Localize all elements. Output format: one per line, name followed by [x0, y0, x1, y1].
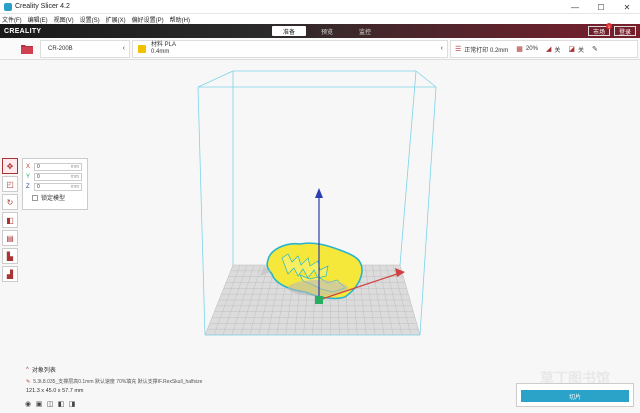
- support-setting: ◢ 关: [546, 45, 560, 54]
- menu-file[interactable]: 文件(F): [2, 15, 22, 24]
- left-view-icon[interactable]: ◧: [57, 400, 65, 408]
- material-label: 材料 PLA: [151, 42, 177, 48]
- marketplace-label: 市场: [592, 29, 605, 36]
- title-bar: Creality Slicer 4.2 — ☐ ✕: [0, 0, 640, 14]
- coord-y-row: Y 0 mm: [26, 172, 84, 181]
- quality-profile: ☰ 正常打印 0.2mm: [455, 45, 508, 54]
- menu-preferences[interactable]: 偏好设置(P): [132, 15, 164, 24]
- menu-bar: 文件(F) 编辑(E) 视图(V) 设置(S) 扩展(X) 偏好设置(P) 帮助…: [0, 14, 640, 24]
- notification-badge: 1: [605, 23, 612, 29]
- infill-value: 20%: [525, 46, 538, 52]
- 3d-view-icon[interactable]: ◉: [24, 400, 32, 408]
- y-field[interactable]: 0 mm: [34, 172, 82, 181]
- lock-model-checkbox[interactable]: [32, 194, 38, 201]
- z-value: 0: [37, 183, 40, 190]
- menu-extensions[interactable]: 扩展(X): [106, 15, 126, 24]
- nozzle-size: 0.4mm: [151, 49, 170, 55]
- rotate-tool-icon[interactable]: ↻: [2, 194, 18, 210]
- mirror-tool-icon[interactable]: ◧: [2, 212, 18, 228]
- lock-model-row: 锁定模型: [26, 193, 84, 202]
- app-logo-icon: [4, 2, 12, 11]
- menu-edit[interactable]: 编辑(E): [28, 15, 48, 24]
- slice-panel: 切片: [516, 383, 634, 407]
- infill-icon: ▦: [516, 46, 523, 53]
- view-controls: ◉ ▣ ◫ ◧ ◨: [24, 400, 79, 408]
- machine-name: CR-200B: [48, 46, 73, 52]
- chevron-left-icon: ‹: [122, 45, 125, 52]
- maximize-button[interactable]: ☐: [588, 0, 614, 14]
- tool-palette: ✥ ◰ ↻ ◧ ▤ ▙ ▟: [2, 158, 18, 284]
- close-button[interactable]: ✕: [614, 0, 640, 14]
- quality-label: 正常打印 0.2mm: [464, 47, 509, 54]
- folder-icon: [21, 45, 33, 54]
- z-field[interactable]: 0 mm: [34, 182, 82, 191]
- coord-z-row: Z 0 mm: [26, 182, 84, 191]
- coord-x-row: X 0 mm: [26, 162, 84, 171]
- login-button[interactable]: 登录: [613, 26, 636, 36]
- adhesion-icon: ◪: [568, 46, 575, 53]
- window-controls: — ☐ ✕: [562, 0, 640, 14]
- marketplace-button[interactable]: 市场 1: [587, 23, 612, 36]
- x-label: X: [26, 163, 31, 170]
- x-value: 0: [37, 163, 40, 170]
- material-selector[interactable]: 材料 PLA 0.4mm ‹: [132, 40, 448, 58]
- x-field[interactable]: 0 mm: [34, 162, 82, 171]
- object-name-row: ✎ 5.3t.8.035_支撑层高0.1mm 默认速度 70%填充 默认支撑IF…: [26, 378, 203, 386]
- y-value: 0: [37, 173, 40, 180]
- support-blocker-icon[interactable]: ▙: [2, 248, 18, 264]
- top-view-icon[interactable]: ◫: [46, 400, 54, 408]
- move-tool-icon[interactable]: ✥: [2, 158, 18, 174]
- edit-settings[interactable]: ✎: [592, 45, 601, 53]
- extruder-icon: [138, 45, 146, 53]
- adhesion-value: 关: [577, 47, 584, 54]
- front-view-icon[interactable]: ▣: [35, 400, 43, 408]
- scale-tool-icon[interactable]: ◰: [2, 176, 18, 192]
- infill-setting: ▦ 20%: [516, 45, 538, 53]
- menu-view[interactable]: 视图(V): [54, 15, 74, 24]
- pencil-icon: ✎: [591, 46, 598, 53]
- material-info: 材料 PLA 0.4mm: [151, 42, 176, 56]
- main-toolbar: CR-200B ‹ 材料 PLA 0.4mm ‹ ☰ 正常打印 0.2mm ▦ …: [0, 38, 640, 60]
- minimize-button[interactable]: —: [562, 0, 588, 14]
- z-label: Z: [26, 183, 30, 190]
- app-header: CREALITY 准备 预览 监控 市场 1 登录: [0, 23, 640, 38]
- right-view-icon[interactable]: ◨: [68, 400, 76, 408]
- support-value: 关: [554, 47, 561, 54]
- support-icon: ◢: [545, 46, 552, 53]
- tab-prepare[interactable]: 准备: [272, 26, 306, 36]
- menu-settings[interactable]: 设置(S): [80, 15, 100, 24]
- y-label: Y: [26, 173, 31, 180]
- z-unit: mm: [70, 183, 79, 190]
- object-name: 5.3t.8.035_支撑层高0.1mm 默认速度 70%填充 默认支撑IF.R…: [33, 379, 203, 385]
- object-list-toggle[interactable]: ^ 对象列表: [26, 365, 56, 375]
- adhesion-setting: ◪ 关: [568, 45, 584, 54]
- machine-selector[interactable]: CR-200B ‹: [40, 40, 130, 58]
- chevron-up-icon: ^: [26, 366, 29, 373]
- object-list-label: 对象列表: [31, 368, 56, 374]
- object-dimensions: 121.3 x 45.0 x 57.7 mm: [26, 388, 84, 394]
- 3d-viewport[interactable]: ✥ ◰ ↻ ◧ ▤ ▙ ▟ X 0 mm Y 0 mm Z 0 mm 锁定模型 …: [0, 60, 640, 413]
- tab-monitor[interactable]: 监控: [348, 26, 382, 36]
- x-unit: mm: [70, 163, 79, 170]
- open-file-button[interactable]: [18, 40, 36, 58]
- stage-tabs: 准备 预览 监控: [272, 26, 386, 36]
- brand-logo: CREALITY: [4, 27, 42, 35]
- header-actions: 市场 1 登录: [584, 23, 636, 36]
- window-title: Creality Slicer 4.2: [15, 3, 70, 10]
- edit-name-icon[interactable]: ✎: [26, 379, 30, 385]
- quality-icon: ☰: [455, 46, 462, 53]
- menu-help[interactable]: 帮助(H): [170, 15, 190, 24]
- build-volume-scene: [197, 70, 437, 336]
- print-settings-selector[interactable]: ☰ 正常打印 0.2mm ▦ 20% ◢ 关 ◪ 关 ✎: [450, 40, 638, 58]
- tab-preview[interactable]: 预览: [310, 26, 344, 36]
- lock-model-label: 锁定模型: [41, 196, 66, 202]
- chevron-left-icon: ‹: [440, 45, 443, 52]
- slice-button[interactable]: 切片: [521, 390, 629, 402]
- per-model-settings-icon[interactable]: ▤: [2, 230, 18, 246]
- lay-flat-icon[interactable]: ▟: [2, 266, 18, 282]
- move-panel: X 0 mm Y 0 mm Z 0 mm 锁定模型: [22, 158, 88, 210]
- y-unit: mm: [70, 173, 79, 180]
